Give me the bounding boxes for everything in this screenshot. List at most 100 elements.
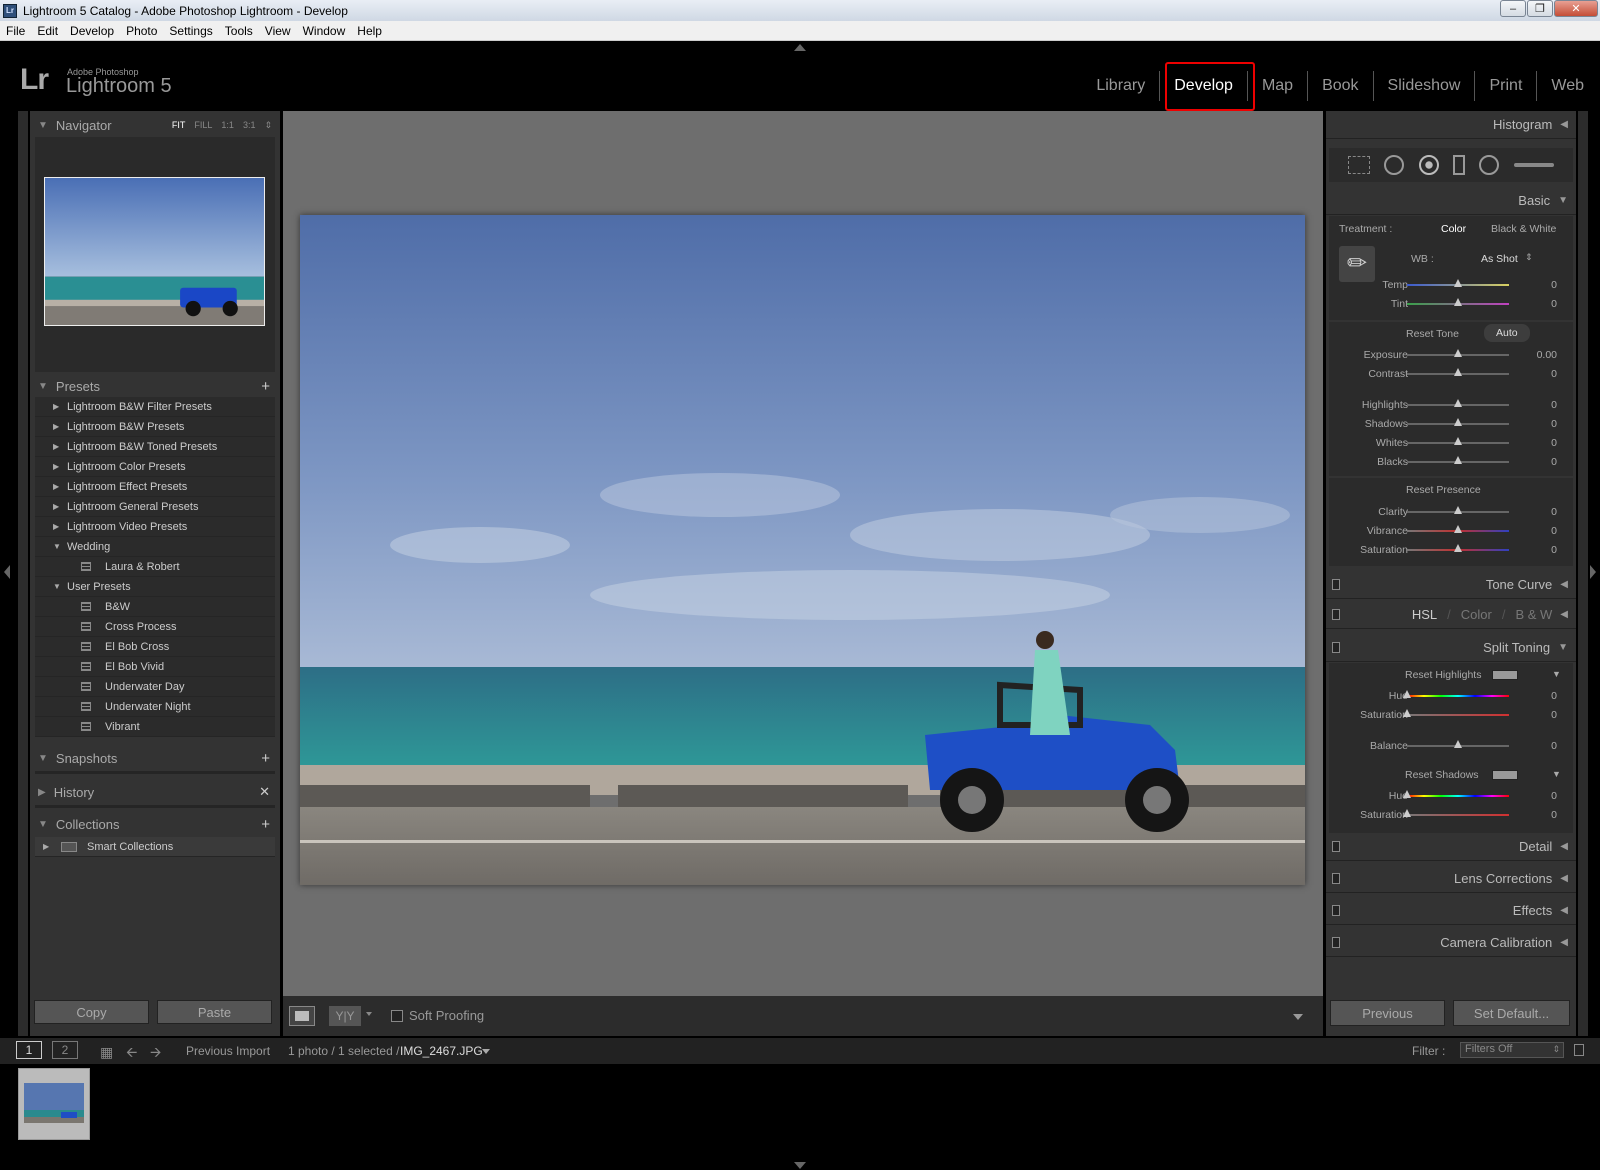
- slider-shadow-hue[interactable]: Hue 0: [1329, 787, 1573, 805]
- menu-help[interactable]: Help: [351, 24, 388, 38]
- slider-temp[interactable]: Temp 0: [1329, 276, 1573, 294]
- menu-develop[interactable]: Develop: [64, 24, 120, 38]
- reset-presence-label[interactable]: Reset Presence: [1406, 484, 1481, 496]
- panel-switch-icon[interactable]: [1332, 873, 1340, 884]
- collapse-triangle-icon[interactable]: ▼: [53, 582, 67, 591]
- menu-file[interactable]: File: [0, 24, 31, 38]
- slider-balance[interactable]: Balance 0: [1329, 737, 1573, 755]
- treatment-color[interactable]: Color: [1441, 223, 1466, 235]
- history-header[interactable]: ▶ History ✕: [30, 781, 280, 803]
- expand-triangle-icon[interactable]: ▶: [53, 522, 67, 531]
- effects-header[interactable]: Effects ◀: [1326, 897, 1576, 925]
- bottom-panel-toggle-icon[interactable]: [794, 1162, 806, 1169]
- wb-stepper-icon[interactable]: ⇕: [1525, 252, 1533, 263]
- reset-highlights-label[interactable]: Reset Highlights: [1405, 669, 1481, 681]
- lens-corrections-header[interactable]: Lens Corrections ◀: [1326, 865, 1576, 893]
- color-tab[interactable]: Color: [1461, 607, 1492, 622]
- preset-item[interactable]: Vibrant: [35, 717, 275, 737]
- snapshots-header[interactable]: ▼ Snapshots +: [30, 747, 280, 769]
- filmstrip-thumbnail[interactable]: [18, 1068, 90, 1140]
- filter-select[interactable]: Filters Off ⇕: [1460, 1042, 1564, 1058]
- slider-tint[interactable]: Tint 0: [1329, 295, 1573, 313]
- collection-smart-collections[interactable]: ▶ Smart Collections: [35, 837, 275, 857]
- expand-triangle-icon[interactable]: ▶: [53, 482, 67, 491]
- slider-highlight-saturation[interactable]: Saturation 0: [1329, 706, 1573, 724]
- treatment-bw[interactable]: Black & White: [1491, 223, 1556, 235]
- soft-proofing-checkbox[interactable]: [391, 1010, 403, 1022]
- restore-button[interactable]: ❐: [1527, 0, 1553, 17]
- right-panel-toggle-icon[interactable]: [1590, 565, 1596, 579]
- menu-photo[interactable]: Photo: [120, 24, 163, 38]
- before-after-icon[interactable]: Y|Y: [329, 1006, 361, 1026]
- preset-folder[interactable]: ▶ Lightroom General Presets: [35, 497, 275, 517]
- adjustment-brush-icon[interactable]: [1513, 163, 1554, 167]
- nav-zoom-1-1[interactable]: 1:1: [221, 120, 234, 131]
- split-toning-header[interactable]: Split Toning ▼: [1326, 634, 1576, 662]
- preset-folder-user-presets[interactable]: ▼ User Presets: [35, 577, 275, 597]
- crop-tool-icon[interactable]: [1348, 156, 1371, 174]
- panel-switch-icon[interactable]: [1332, 642, 1340, 653]
- slider-exposure[interactable]: Exposure 0.00: [1329, 346, 1573, 364]
- basic-header[interactable]: Basic ▼: [1326, 187, 1576, 215]
- highlights-swatch-triangle-icon[interactable]: ▼: [1552, 669, 1561, 679]
- add-snapshot-icon[interactable]: +: [261, 750, 270, 767]
- panel-switch-icon[interactable]: [1332, 937, 1340, 948]
- before-after-dropdown-icon[interactable]: [366, 1012, 372, 1016]
- preset-folder[interactable]: ▶ Lightroom Video Presets: [35, 517, 275, 537]
- menu-window[interactable]: Window: [297, 24, 352, 38]
- left-panel-toggle-icon[interactable]: [4, 565, 10, 579]
- expand-triangle-icon[interactable]: ▶: [53, 502, 67, 511]
- menu-settings[interactable]: Settings: [163, 24, 218, 38]
- slider-clarity[interactable]: Clarity 0: [1329, 503, 1573, 521]
- set-default-button[interactable]: Set Default...: [1453, 1000, 1570, 1026]
- collapse-triangle-icon[interactable]: ▼: [53, 542, 67, 551]
- secondary-window-button[interactable]: 2: [52, 1041, 78, 1059]
- nav-zoom-3-1[interactable]: 3:1: [243, 120, 256, 131]
- preset-item[interactable]: Underwater Day: [35, 677, 275, 697]
- clear-history-icon[interactable]: ✕: [259, 784, 270, 800]
- slider-shadows[interactable]: Shadows 0: [1329, 415, 1573, 433]
- bw-tab[interactable]: B & W: [1515, 607, 1552, 622]
- slider-highlight-hue[interactable]: Hue 0: [1329, 687, 1573, 705]
- navigator-thumbnail[interactable]: [44, 177, 265, 326]
- histogram-header[interactable]: Histogram ◀: [1326, 111, 1576, 139]
- hsl-header[interactable]: HSL / Color / B & W ◀: [1326, 601, 1576, 629]
- close-button[interactable]: ✕: [1554, 0, 1598, 17]
- loupe-view-icon[interactable]: [289, 1006, 315, 1026]
- slider-blacks[interactable]: Blacks 0: [1329, 453, 1573, 471]
- spot-removal-icon[interactable]: [1384, 155, 1405, 175]
- shadows-swatch-triangle-icon[interactable]: ▼: [1552, 769, 1561, 779]
- navigator-header[interactable]: ▼ Navigator FIT FILL 1:1 3:1 ⇕: [30, 114, 280, 136]
- previous-button[interactable]: Previous: [1330, 1000, 1445, 1026]
- slider-shadow-saturation[interactable]: Saturation 0: [1329, 806, 1573, 824]
- grid-view-icon[interactable]: ▦: [100, 1044, 113, 1061]
- expand-triangle-icon[interactable]: ▶: [53, 402, 67, 411]
- presets-header[interactable]: ▼ Presets +: [30, 375, 280, 397]
- preset-folder[interactable]: ▶ Lightroom B&W Toned Presets: [35, 437, 275, 457]
- preset-folder[interactable]: ▶ Lightroom Color Presets: [35, 457, 275, 477]
- slider-highlights[interactable]: Highlights 0: [1329, 396, 1573, 414]
- panel-switch-icon[interactable]: [1332, 905, 1340, 916]
- expand-triangle-icon[interactable]: ▶: [53, 462, 67, 471]
- preset-folder[interactable]: ▶ Lightroom B&W Filter Presets: [35, 397, 275, 417]
- toolbar-content-menu-icon[interactable]: [1293, 1014, 1303, 1020]
- module-print[interactable]: Print: [1475, 71, 1538, 101]
- panel-switch-icon[interactable]: [1332, 579, 1340, 590]
- add-preset-icon[interactable]: +: [261, 378, 270, 395]
- slider-saturation[interactable]: Saturation 0: [1329, 541, 1573, 559]
- module-map[interactable]: Map: [1248, 71, 1309, 101]
- reset-shadows-label[interactable]: Reset Shadows: [1405, 769, 1479, 781]
- wb-select[interactable]: As Shot: [1481, 253, 1518, 265]
- red-eye-icon[interactable]: [1418, 155, 1439, 175]
- menu-tools[interactable]: Tools: [219, 24, 259, 38]
- preset-item[interactable]: El Bob Vivid: [35, 657, 275, 677]
- module-slideshow[interactable]: Slideshow: [1374, 71, 1476, 101]
- nav-zoom-fill[interactable]: FILL: [194, 120, 212, 131]
- paste-button[interactable]: Paste: [157, 1000, 272, 1024]
- minimize-button[interactable]: –: [1500, 0, 1526, 17]
- module-book[interactable]: Book: [1308, 71, 1374, 101]
- filter-lock-icon[interactable]: [1574, 1044, 1584, 1056]
- forward-arrow-icon[interactable]: 🡪: [150, 1042, 161, 1066]
- photo-preview[interactable]: [300, 215, 1305, 885]
- back-arrow-icon[interactable]: 🡨: [126, 1042, 137, 1066]
